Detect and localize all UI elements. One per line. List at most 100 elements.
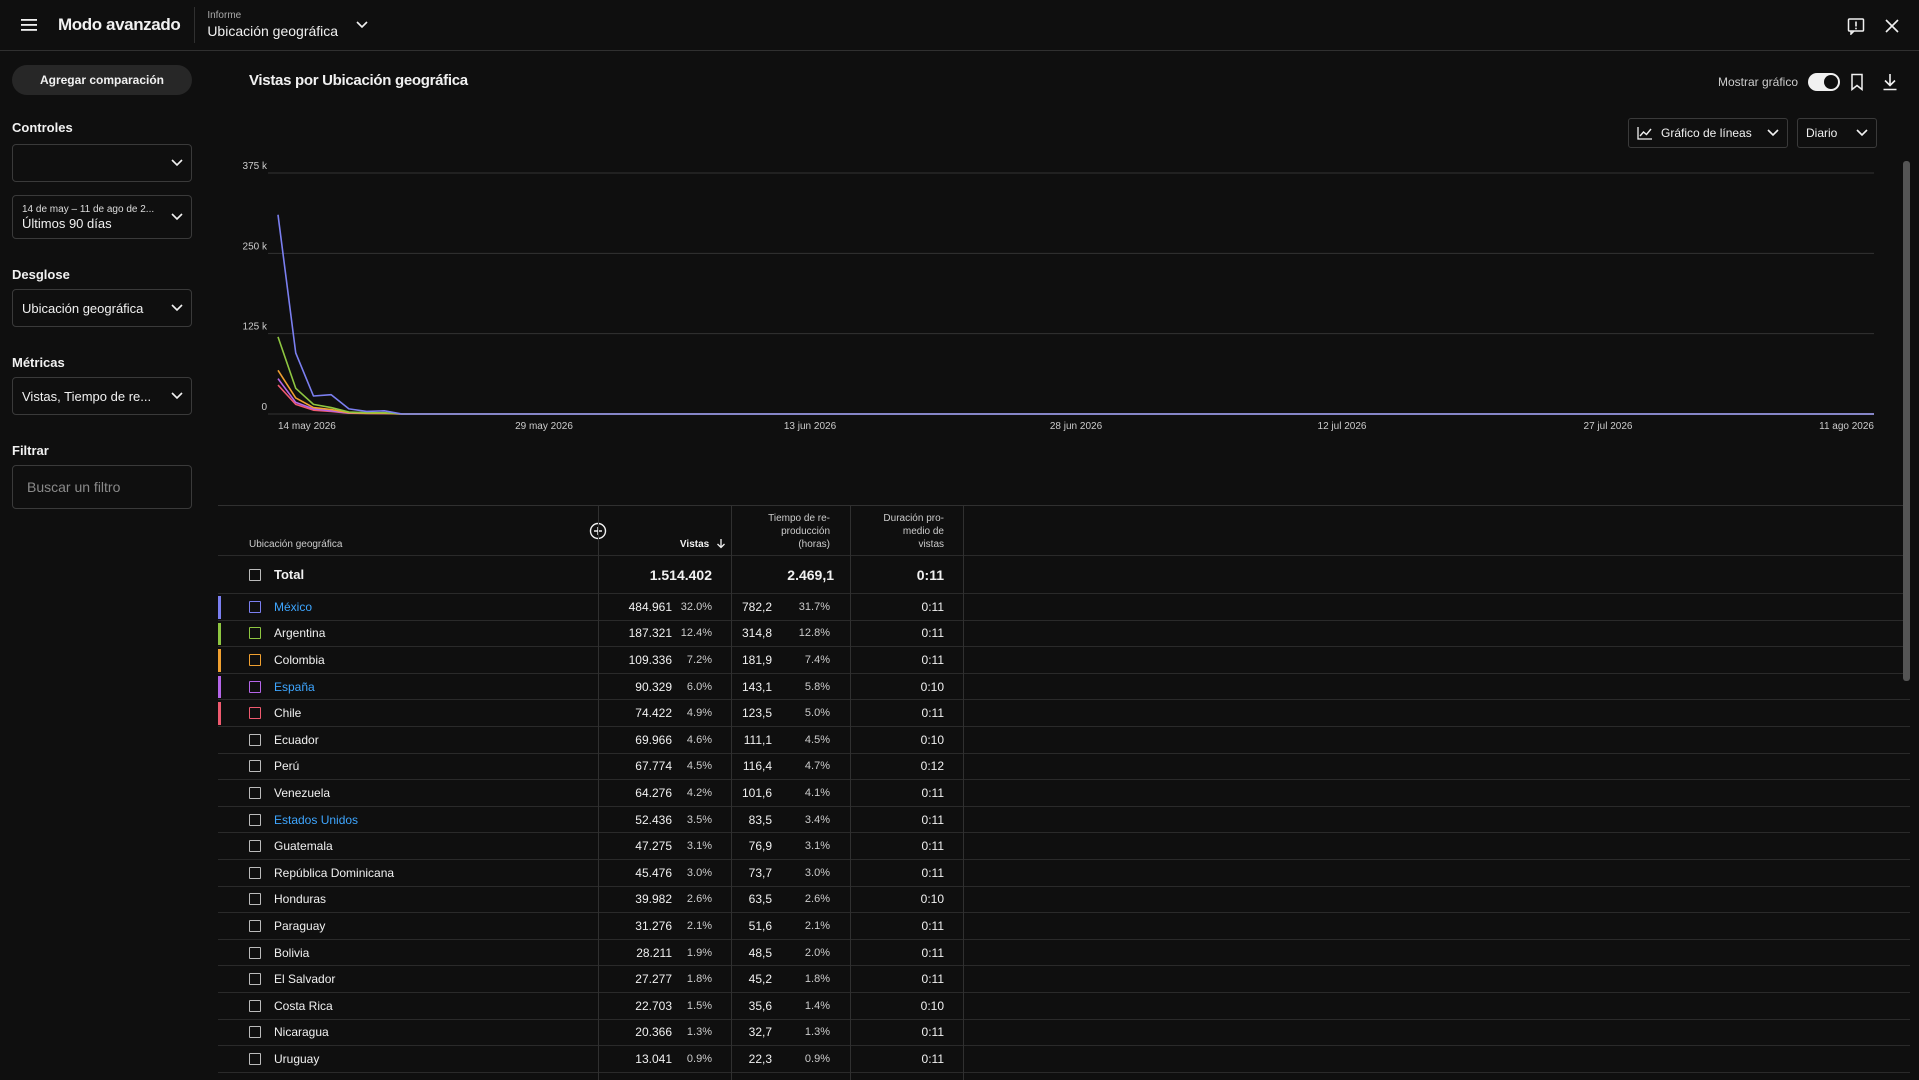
table-row[interactable]: Guatemala 47.275 3.1% 76,9 3.1% 0:11 [218,833,1910,860]
row-checkbox[interactable] [249,733,261,746]
row-checkbox[interactable] [249,707,261,720]
series-line[interactable] [277,384,1874,415]
x-tick-label: 28 jun 2026 [1050,421,1103,432]
close-button[interactable] [1885,18,1899,33]
row-watch-pct: 1.4% [804,999,830,1012]
row-views: 20.366 [635,1025,672,1040]
row-checkbox[interactable] [249,653,261,666]
row-checkbox-cell [249,594,261,620]
download-button[interactable] [1882,73,1898,91]
row-watch-time: 63,5 [748,892,772,907]
row-location[interactable]: España [274,674,315,700]
chevron-down-icon [1856,129,1868,137]
scrollbar[interactable] [1903,161,1910,681]
row-location: Paraguay [274,918,326,933]
show-chart-toggle[interactable] [1808,73,1840,91]
series-line[interactable] [277,369,1874,415]
row-location: Costa Rica [274,998,333,1013]
date-range-dropdown[interactable]: 14 de may – 11 de ago de 2... Últimos 90… [12,195,192,239]
row-checkbox[interactable] [249,999,261,1012]
row-views: 109.336 [628,652,672,667]
series-line[interactable] [277,336,1874,415]
row-checkbox-cell [249,727,261,753]
line-chart-icon [1637,127,1652,140]
row-watch-time: 181,9 [741,652,772,667]
table-row[interactable]: Nicaragua 20.366 1.3% 32,7 1.3% 0:11 [218,1020,1910,1047]
granularity-dropdown[interactable]: Diario [1797,118,1877,148]
row-watch-pct: 3.1% [804,840,830,853]
row-location[interactable]: Estados Unidos [274,807,358,833]
row-checkbox-cell [249,621,261,647]
row-checkbox-cell [249,780,261,806]
table-row[interactable]: Chile 74.422 4.9% 123,5 5.0% 0:11 [218,700,1910,727]
row-location: Argentina [274,626,326,641]
table-row[interactable]: Honduras 39.982 2.6% 63,5 2.6% 0:10 [218,887,1910,914]
col-header-watch-time[interactable]: Tiempo de re- producción (horas) [738,512,830,551]
col-header-avg-line3: vistas [918,539,944,550]
total-checkbox[interactable] [249,568,261,581]
row-checkbox[interactable] [249,1052,261,1065]
row-checkbox[interactable] [249,973,261,986]
row-watch-time: 123,5 [741,706,772,721]
row-checkbox[interactable] [249,946,261,959]
chart-title: Vistas por Ubicación geográfica [249,72,468,89]
row-avg-duration: 0:10 [920,732,944,747]
row-checkbox[interactable] [249,760,261,773]
add-comparison-button[interactable]: Agregar comparación [12,65,192,95]
data-table: Ubicación geográfica Vistas Tiempo de re… [218,505,1910,1080]
date-range-sub: 14 de may – 11 de ago de 2... [22,204,155,215]
table-row[interactable]: México 484.961 32.0% 782,2 31.7% 0:11 [218,594,1910,621]
table-row[interactable]: Perú 67.774 4.5% 116,4 4.7% 0:12 [218,754,1910,781]
table-row[interactable]: Paraguay 31.276 2.1% 51,6 2.1% 0:11 [218,913,1910,940]
row-checkbox[interactable] [249,786,261,799]
row-checkbox[interactable] [249,840,261,853]
table-row[interactable]: República Dominicana 45.476 3.0% 73,7 3.0% 0:… [218,860,1910,887]
row-location: Nicaragua [274,1025,329,1040]
table-row[interactable]: Colombia 109.336 7.2% 181,9 7.4% 0:11 [218,647,1910,674]
toggle-knob [1824,75,1838,89]
row-location[interactable]: México [274,594,312,620]
controls-dropdown[interactable] [12,144,192,182]
x-tick-label: 14 may 2026 [278,421,336,432]
row-checkbox[interactable] [249,919,261,932]
row-views: 90.329 [635,679,672,694]
row-checkbox[interactable] [249,680,261,693]
row-checkbox[interactable] [249,866,261,879]
col-header-avg-duration[interactable]: Duración pro- medio de vistas [848,512,944,551]
table-row[interactable]: El Salvador 27.277 1.8% 45,2 1.8% 0:11 [218,966,1910,993]
table-row[interactable]: España 90.329 6.0% 143,1 5.8% 0:10 [218,674,1910,701]
row-watch-pct: 31.7% [798,600,830,613]
table-row[interactable]: Uruguay 13.041 0.9% 22,3 0.9% 0:11 [218,1046,1910,1073]
table-row[interactable]: Venezuela 64.276 4.2% 101,6 4.1% 0:11 [218,780,1910,807]
row-watch-pct: 3.0% [804,866,830,879]
row-checkbox[interactable] [249,1026,261,1039]
row-checkbox[interactable] [249,893,261,906]
col-header-avg-line2: medio de [902,526,944,537]
row-checkbox[interactable] [249,627,261,640]
table-row[interactable]: Argentina 187.321 12.4% 314,8 12.8% 0:11 [218,621,1910,648]
row-watch-time: 314,8 [741,626,772,641]
col-header-views[interactable]: Vistas [658,538,726,551]
breakdown-dropdown[interactable]: Ubicación geográfica [12,289,192,327]
chart-type-dropdown[interactable]: Gráfico de líneas [1628,118,1788,148]
series-line[interactable] [277,214,1874,415]
row-watch-pct: 12.8% [798,627,830,640]
breakdown-label: Desglose [12,267,70,282]
row-watch-time: 45,2 [748,972,772,987]
table-row[interactable]: Ecuador 69.966 4.6% 111,1 4.5% 0:10 [218,727,1910,754]
bookmark-button[interactable] [1850,73,1864,91]
filter-search-input[interactable] [12,465,192,509]
metrics-dropdown[interactable]: Vistas, Tiempo de re... [12,377,192,415]
row-checkbox[interactable] [249,600,261,613]
menu-button[interactable] [0,0,58,51]
report-selector[interactable]: Informe Ubicación geográfica [207,10,368,40]
row-views: 28.211 [636,945,672,960]
chevron-down-icon [171,213,183,221]
table-row[interactable]: Costa Rica 22.703 1.5% 35,6 1.4% 0:10 [218,993,1910,1020]
row-avg-duration: 0:11 [921,945,944,960]
feedback-button[interactable] [1847,17,1865,35]
table-row[interactable]: Bolivia 28.211 1.9% 48,5 2.0% 0:11 [218,940,1910,967]
row-checkbox[interactable] [249,813,261,826]
series-line[interactable] [277,378,1874,415]
table-row[interactable]: Estados Unidos 52.436 3.5% 83,5 3.4% 0:11 [218,807,1910,834]
